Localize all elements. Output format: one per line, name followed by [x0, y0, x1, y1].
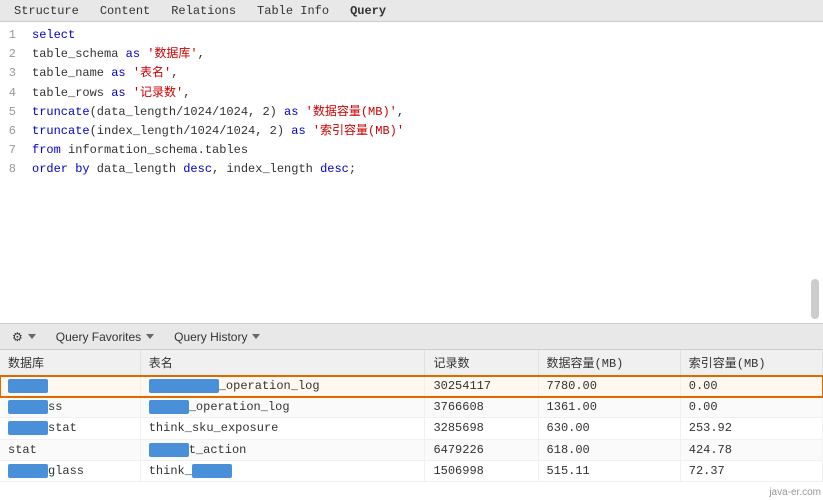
cell-data-mb: 618.00: [538, 439, 680, 460]
cell-db: ss: [0, 397, 140, 418]
cell-db: stat: [0, 418, 140, 439]
col-idx-mb: 索引容量(MB): [680, 350, 822, 376]
col-table: 表名: [140, 350, 425, 376]
tab-table-info[interactable]: Table Info: [247, 0, 340, 21]
watermark: java-er.com: [769, 487, 821, 498]
tab-relations[interactable]: Relations: [161, 0, 247, 21]
table-row[interactable]: stat think_sku_exposure 3285698 630.00 2…: [0, 418, 823, 439]
gear-button[interactable]: ⚙: [8, 328, 40, 346]
cell-idx-mb: 0.00: [680, 376, 822, 397]
cell-db: [0, 376, 140, 397]
query-history-button[interactable]: Query History: [170, 328, 264, 346]
chevron-down-icon-3: [252, 334, 260, 339]
table-header-row: 数据库 表名 记录数 数据容量(MB) 索引容量(MB): [0, 350, 823, 376]
code-lines: select table_schema as '数据库', table_name…: [28, 26, 823, 180]
cell-table: _operation_log: [140, 397, 425, 418]
cell-table: think_sku_exposure: [140, 418, 425, 439]
line-numbers: 1 2 3 4 5 6 7 8: [0, 26, 28, 180]
cell-idx-mb: 253.92: [680, 418, 822, 439]
tab-content[interactable]: Content: [90, 0, 161, 21]
query-favorites-button[interactable]: Query Favorites: [52, 328, 158, 346]
query-favorites-label: Query Favorites: [56, 330, 141, 344]
top-tabs: Structure Content Relations Table Info Q…: [0, 0, 823, 22]
cell-db: stat: [0, 439, 140, 460]
col-records: 记录数: [425, 350, 538, 376]
results-table: 数据库 表名 记录数 数据容量(MB) 索引容量(MB) _operation_…: [0, 350, 823, 482]
tab-query[interactable]: Query: [340, 0, 397, 21]
cell-table: t_action: [140, 439, 425, 460]
cell-records: 1506998: [425, 460, 538, 481]
editor-scrollbar[interactable]: [811, 279, 819, 319]
table-row[interactable]: stat t_action 6479226 618.00 424.78: [0, 439, 823, 460]
cell-data-mb: 515.11: [538, 460, 680, 481]
col-data-mb: 数据容量(MB): [538, 350, 680, 376]
chevron-down-icon: [28, 334, 36, 339]
tab-structure[interactable]: Structure: [4, 0, 90, 21]
cell-records: 3285698: [425, 418, 538, 439]
cell-table: _operation_log: [140, 376, 425, 397]
chevron-down-icon-2: [146, 334, 154, 339]
cell-data-mb: 1361.00: [538, 397, 680, 418]
cell-idx-mb: 72.37: [680, 460, 822, 481]
cell-idx-mb: 0.00: [680, 397, 822, 418]
query-history-label: Query History: [174, 330, 247, 344]
gear-icon: ⚙: [12, 330, 23, 344]
cell-db: glass: [0, 460, 140, 481]
cell-data-mb: 7780.00: [538, 376, 680, 397]
cell-records: 6479226: [425, 439, 538, 460]
col-db: 数据库: [0, 350, 140, 376]
cell-table: think_: [140, 460, 425, 481]
table-row[interactable]: ss _operation_log 3766608 1361.00 0.00: [0, 397, 823, 418]
results-area: 数据库 表名 记录数 数据容量(MB) 索引容量(MB) _operation_…: [0, 350, 823, 500]
cell-records: 3766608: [425, 397, 538, 418]
cell-data-mb: 630.00: [538, 418, 680, 439]
table-row[interactable]: glass think_ 1506998 515.11 72.37: [0, 460, 823, 481]
cell-records: 30254117: [425, 376, 538, 397]
sql-editor[interactable]: 1 2 3 4 5 6 7 8 select table_schema as '…: [0, 22, 823, 324]
bottom-toolbar: ⚙ Query Favorites Query History: [0, 324, 823, 350]
cell-idx-mb: 424.78: [680, 439, 822, 460]
table-row[interactable]: _operation_log 30254117 7780.00 0.00: [0, 376, 823, 397]
